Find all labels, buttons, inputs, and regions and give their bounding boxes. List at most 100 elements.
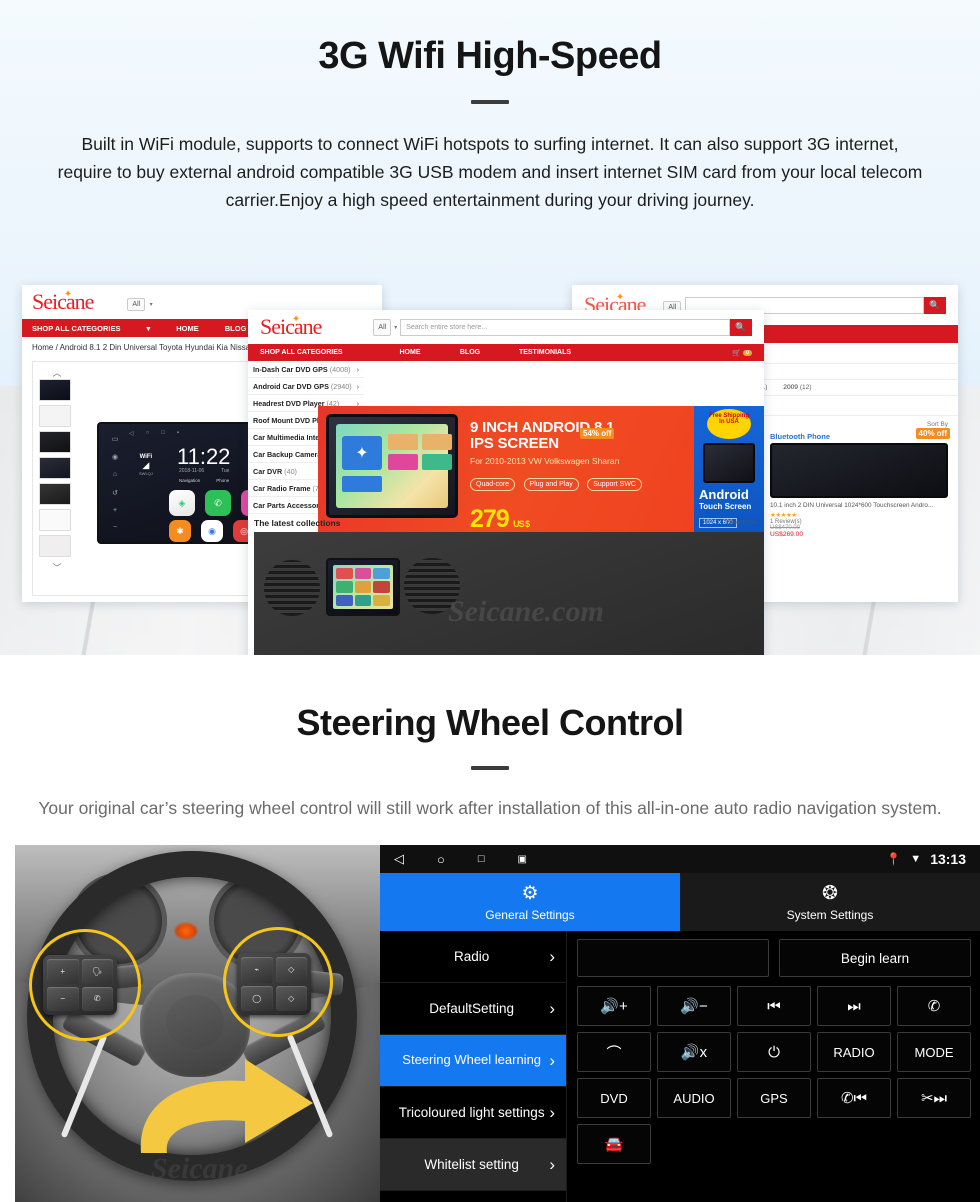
settings-tabs[interactable]: ⚙ General Settings ❂ System Settings: [380, 873, 980, 931]
banner-pill: Quad-core: [470, 478, 516, 492]
menu-item-radio[interactable]: Radio ›: [380, 931, 566, 983]
key-placeholder: [897, 1124, 971, 1164]
home-icon[interactable]: ○: [437, 852, 445, 867]
screenshot-icon: ▪: [176, 430, 180, 436]
head-unit-ui: ◁ ○ □ ▣ 📍 ▼ 13:13 ⚙ General Settings ❂ S…: [380, 845, 980, 1202]
device-side-icon: ⌂: [112, 471, 118, 479]
navigation-app-icon: ◈: [169, 490, 195, 516]
device-day: Tue: [221, 468, 230, 474]
thumbnail[interactable]: [39, 509, 71, 531]
learning-panel: Begin learn 🔊+ 🔊− ⏮ ⏭ ✆ ⌒ 🔊x ⏻ RADIO MOD…: [567, 931, 980, 1202]
menu-item-whitelist-setting[interactable]: Whitelist setting ›: [380, 1139, 566, 1191]
product-title[interactable]: 10.1 inch 2 DIN Universal 1024*600 Touch…: [770, 502, 948, 511]
key-volume-down[interactable]: 🔊−: [657, 986, 731, 1026]
bluetooth-icon: ✦: [342, 436, 382, 470]
menu-item-steering-wheel-learning[interactable]: Steering Wheel learning ›: [380, 1035, 566, 1087]
key-radio[interactable]: RADIO: [817, 1032, 891, 1072]
view-more-link[interactable]: View more: [725, 519, 756, 526]
thumbnail[interactable]: [39, 431, 71, 453]
swc-key-grid[interactable]: 🔊+ 🔊− ⏮ ⏭ ✆ ⌒ 🔊x ⏻ RADIO MODE DVD AUDIO …: [577, 986, 971, 1164]
thumbnail[interactable]: [39, 457, 71, 479]
all-dropdown-center[interactable]: All: [373, 318, 392, 336]
chevron-down-icon[interactable]: ﹀: [39, 561, 75, 574]
chevron-down-icon-left: ▾: [146, 323, 151, 333]
bt-music-app-icon: ✱: [169, 520, 191, 542]
chevron-right-icon: ›: [549, 1154, 555, 1174]
highlight-circle-right: [223, 927, 333, 1037]
all-dropdown-left[interactable]: All: [127, 298, 146, 311]
thumbnail[interactable]: [39, 483, 71, 505]
key-gps[interactable]: GPS: [737, 1078, 811, 1118]
search-icon[interactable]: 🔍: [730, 318, 752, 336]
nav-shop-all-center[interactable]: SHOP ALL CATEGORIES: [260, 349, 380, 356]
tab-system-settings[interactable]: ❂ System Settings: [680, 873, 980, 931]
menu-item-tricoloured-light-settings[interactable]: Tricoloured light settings ›: [380, 1087, 566, 1139]
banner-headline-2: IPS SCREEN: [470, 435, 559, 453]
nav-testimonials-center[interactable]: TESTIMONIALS: [500, 349, 590, 356]
device-side-icon: −: [112, 523, 118, 531]
key-dvd[interactable]: DVD: [577, 1078, 651, 1118]
key-previous[interactable]: ⏮: [737, 986, 811, 1026]
key-placeholder: [817, 1124, 891, 1164]
key-hangup[interactable]: ⌒: [577, 1032, 651, 1072]
nav-home-center[interactable]: HOME: [380, 349, 440, 356]
chevron-up-icon[interactable]: ︿: [39, 366, 75, 379]
side-promo-title: Android: [699, 487, 749, 502]
banner-price-unit: US $: [513, 519, 530, 530]
key-audio[interactable]: AUDIO: [657, 1078, 731, 1118]
nav-shop-all-left[interactable]: SHOP ALL CATEGORIES: [32, 324, 120, 333]
chrome-app-icon: ◉: [201, 520, 223, 542]
side-promo-device-image: [703, 443, 755, 483]
search-input-center[interactable]: Search entire store here...: [400, 318, 730, 336]
nav-blog-center[interactable]: BLOG: [440, 349, 500, 356]
thumbnail[interactable]: [39, 405, 71, 427]
recents-icon[interactable]: □: [478, 853, 485, 865]
category-item[interactable]: In-Dash Car DVD GPS (4008) ›: [248, 361, 364, 378]
chevron-right-icon: ›: [549, 1050, 555, 1070]
thumbnail[interactable]: [39, 535, 71, 557]
logo-star-icon: ✦: [615, 291, 624, 303]
learn-status-field[interactable]: [577, 939, 769, 977]
menu-item-defaultsetting[interactable]: DefaultSetting ›: [380, 983, 566, 1035]
search-icon[interactable]: 🔍: [924, 296, 946, 314]
device-wifi-sub: SWLQJ: [139, 471, 153, 476]
steering-wheel-photo: + 🗣 − ✆ ⌁ ◇ ◯ ◇ Seicane: [15, 845, 380, 1202]
chevron-right-icon: ›: [549, 946, 555, 966]
banner-device-image: ✦: [326, 414, 458, 518]
product-card[interactable]: 40% off Bluetooth Phone 10.1 inch 2 DIN …: [770, 428, 950, 538]
swc-title-divider: [471, 766, 509, 770]
key-car-info[interactable]: 🚘: [577, 1124, 651, 1164]
wifi-icon: ▼: [910, 853, 922, 865]
screenshot-icon[interactable]: ▣: [518, 854, 527, 865]
settings-menu[interactable]: Radio › DefaultSetting › Steering Wheel …: [380, 931, 567, 1202]
logo-star-icon: ✦: [63, 288, 72, 300]
device-side-icon: ↺: [112, 489, 118, 497]
key-answer[interactable]: ✆: [897, 986, 971, 1026]
tab-general-settings[interactable]: ⚙ General Settings: [380, 873, 680, 931]
phone-app-icon: ✆: [205, 490, 231, 516]
key-mode[interactable]: MODE: [897, 1032, 971, 1072]
banner-pill: Support SWC: [587, 478, 642, 492]
chevron-right-icon: ›: [549, 998, 555, 1018]
android-settings-screen: + 🗣 − ✆ ⌁ ◇ ◯ ◇ Seicane ◁ ○ □ ▣ 📍 ▼ 13:1…: [15, 845, 980, 1202]
screenshot-center: ✦ Seicane All ▾ Search entire store here…: [248, 310, 764, 655]
begin-learn-button[interactable]: Begin learn: [779, 939, 971, 977]
cart-icon[interactable]: 🛒: [732, 349, 741, 357]
thumbnail-strip[interactable]: ︿ ﹀: [39, 366, 75, 574]
key-power[interactable]: ⏻: [737, 1032, 811, 1072]
key-placeholder: [657, 1124, 731, 1164]
banner-headline-1: 9 INCH ANDROID 8.1: [470, 419, 615, 436]
key-volume-up[interactable]: 🔊+: [577, 986, 651, 1026]
thumbnail[interactable]: [39, 379, 71, 401]
key-mute[interactable]: 🔊x: [657, 1032, 731, 1072]
key-call-previous[interactable]: ✆⏮: [817, 1078, 891, 1118]
app-label: Phone: [216, 478, 230, 483]
key-call-next[interactable]: ✂⏭: [897, 1078, 971, 1118]
tab-system-settings-label: System Settings: [786, 908, 874, 922]
key-next[interactable]: ⏭: [817, 986, 891, 1026]
back-icon[interactable]: ◁: [394, 851, 404, 867]
swc-title: Steering Wheel Control: [296, 702, 684, 743]
category-item[interactable]: Android Car DVD GPS (2940) ›: [248, 378, 364, 395]
nav-home-left[interactable]: HOME: [176, 324, 199, 333]
nav-blog-left[interactable]: BLOG: [225, 324, 247, 333]
